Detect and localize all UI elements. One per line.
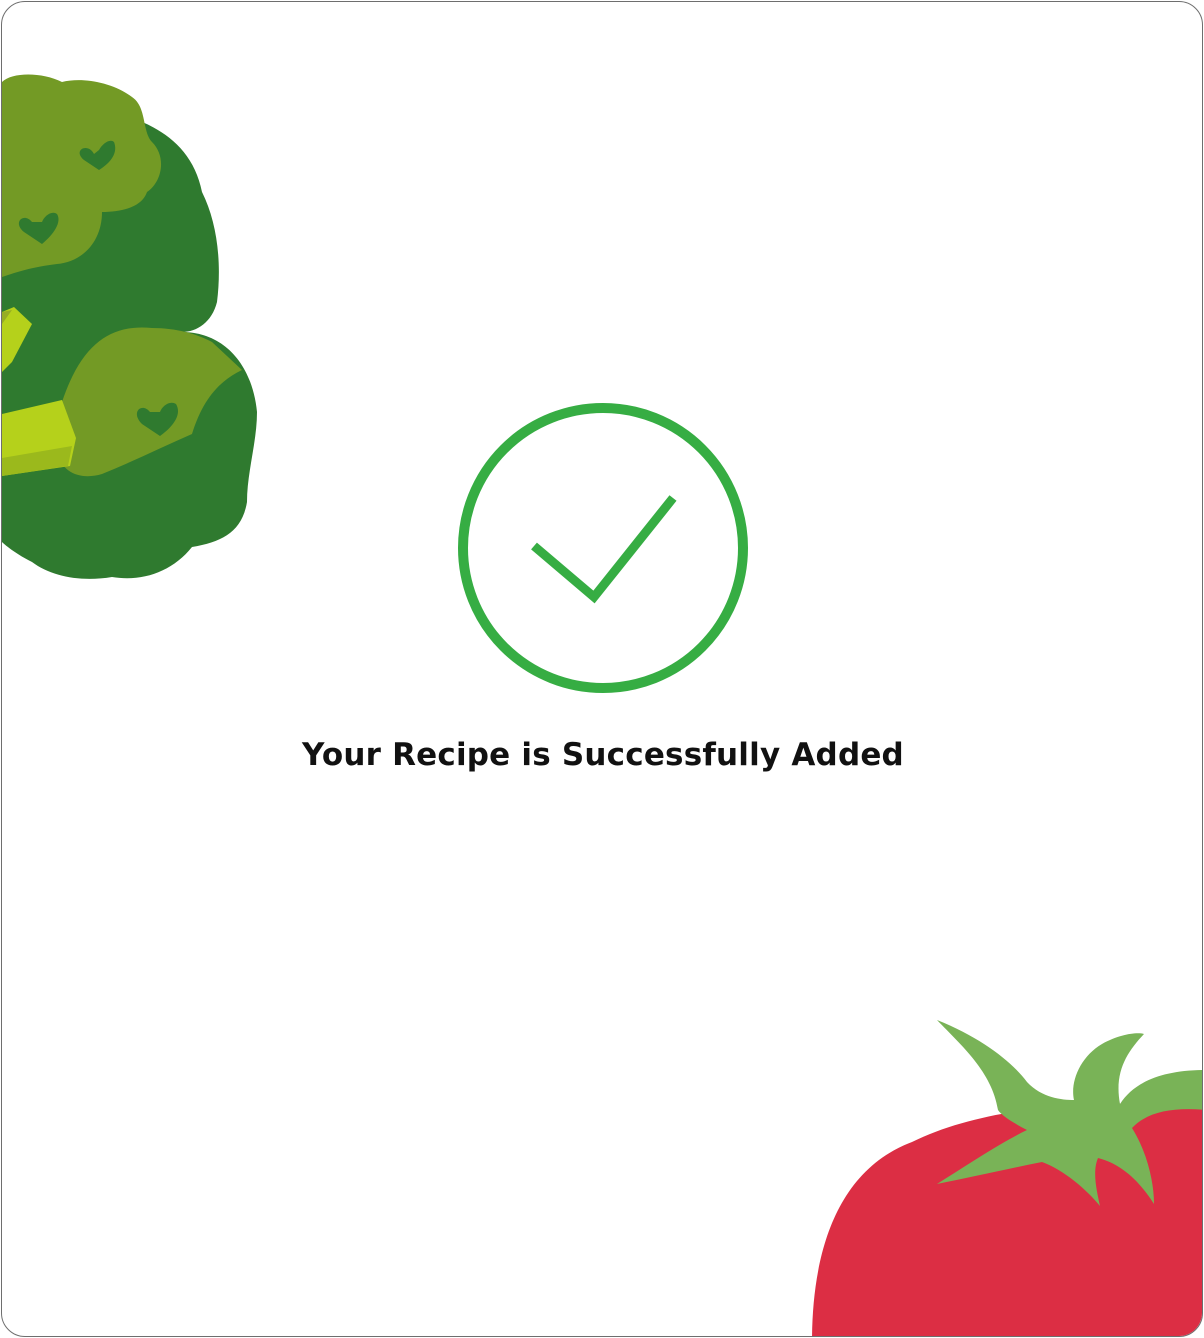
tomato-illustration	[812, 1020, 1202, 1336]
success-message: Your Recipe is Successfully Added	[302, 737, 904, 773]
success-dialog: Your Recipe is Successfully Added	[1, 1, 1203, 1337]
broccoli-illustration	[2, 74, 257, 579]
check-circle-icon	[458, 403, 748, 693]
